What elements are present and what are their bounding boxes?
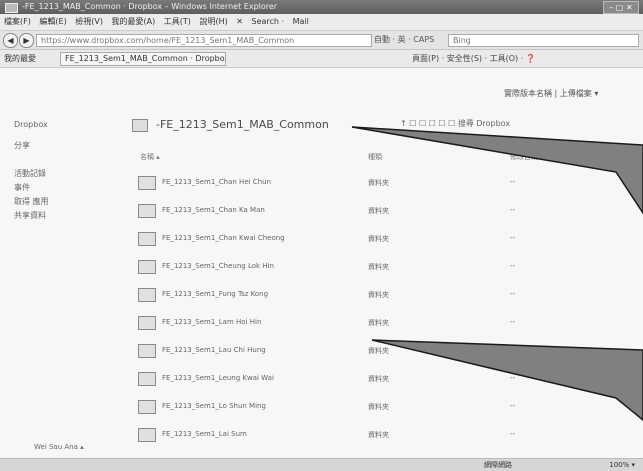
sidebar-item-shared[interactable]: 共享資料 <box>14 210 46 221</box>
close-toolbar-icon[interactable]: ✕ <box>236 17 243 26</box>
column-modified[interactable]: 修改日期 <box>510 152 538 162</box>
window-titlebar: -FE_1213_MAB_Common · Dropbox – Windows … <box>0 0 643 14</box>
folder-icon <box>138 344 156 358</box>
command-bar[interactable]: 頁面(P) · 安全性(S) · 工具(O) · ❓ <box>412 50 536 67</box>
folder-name[interactable]: FE_1213_Sem1_Leung Kwai Wai <box>162 374 274 382</box>
menu-help[interactable]: 說明(H) <box>199 17 227 26</box>
folder-name[interactable]: FE_1213_Sem1_Lai Sum <box>162 430 247 438</box>
favorites-bar: 我的最愛 FE_1213_Sem1_MAB_Common · Dropbox 頁… <box>0 50 643 68</box>
forward-button[interactable]: ▶ <box>19 33 34 48</box>
window-title: -FE_1213_MAB_Common · Dropbox – Windows … <box>22 2 278 11</box>
folder-kind: 資料夾 <box>368 179 389 187</box>
folder-name[interactable]: FE_1213_Sem1_Lau Chi Hung <box>162 346 266 354</box>
sidebar-item-dropbox[interactable]: Dropbox <box>14 120 48 129</box>
url-input[interactable]: https://www.dropbox.com/home/FE_1213_Sem… <box>36 34 372 47</box>
folder-modified: -- <box>510 262 516 270</box>
folder-row[interactable]: FE_1213_Sem1_Chan Hei Chun 資料夾 -- <box>138 174 558 198</box>
folder-name[interactable]: FE_1213_Sem1_Chan Kwai Cheong <box>162 234 285 242</box>
folder-name[interactable]: FE_1213_Sem1_Fung Tsz Kong <box>162 290 268 298</box>
folder-row[interactable]: FE_1213_Sem1_Fung Tsz Kong 資料夾 -- <box>138 286 558 310</box>
back-button[interactable]: ◀ <box>3 33 18 48</box>
folder-kind: 資料夾 <box>368 263 389 271</box>
sidebar-item-apps[interactable]: 取得 應用 <box>14 196 49 207</box>
browser-tab[interactable]: FE_1213_Sem1_MAB_Common · Dropbox <box>60 52 226 66</box>
folder-row[interactable]: FE_1213_Sem1_Cheung Lok Hin 資料夾 -- <box>138 258 558 282</box>
address-status: 自動 · 英 · CAPS <box>374 35 435 44</box>
address-bar: ◀ ▶ https://www.dropbox.com/home/FE_1213… <box>0 31 643 50</box>
folder-kind: 資料夾 <box>368 431 389 439</box>
status-bar: 網際網路 100% ▾ <box>0 458 643 471</box>
folder-toolbar[interactable]: ↑ ☐ ☐ ☐ ☐ ☐ 搜尋 Dropbox <box>400 118 510 129</box>
folder-icon <box>138 428 156 442</box>
menu-favorites[interactable]: 我的最愛(A) <box>112 17 156 26</box>
folder-kind: 資料夾 <box>368 319 389 327</box>
folder-modified: -- <box>510 430 516 438</box>
folder-modified: -- <box>510 234 516 242</box>
window-controls[interactable]: – ▢ ✕ <box>603 1 639 14</box>
column-name[interactable]: 名稱 ▴ <box>140 152 160 162</box>
sidebar-item-share[interactable]: 分享 <box>14 140 30 151</box>
folder-row[interactable]: FE_1213_Sem1_Leung Kwai Wai 資料夾 -- <box>138 370 558 394</box>
folder-row[interactable]: FE_1213_Sem1_Lam Hoi Hin 資料夾 -- <box>138 314 558 338</box>
folder-icon <box>138 176 156 190</box>
status-zone: 網際網路 <box>484 461 512 469</box>
folder-name[interactable]: FE_1213_Sem1_Chan Ka Man <box>162 206 265 214</box>
folder-name[interactable]: FE_1213_Sem1_Lam Hoi Hin <box>162 318 261 326</box>
sidebar-item-activity[interactable]: 活動記錄 <box>14 168 46 179</box>
folder-modified: -- <box>510 374 516 382</box>
folder-row[interactable]: FE_1213_Sem1_Lau Chi Hung 資料夾 -- <box>138 342 558 366</box>
folder-title: -FE_1213_Sem1_MAB_Common <box>156 118 329 131</box>
folder-modified: -- <box>510 178 516 186</box>
folder-modified: -- <box>510 402 516 410</box>
folder-kind: 資料夾 <box>368 347 389 355</box>
folder-modified: -- <box>510 346 516 354</box>
menu-edit[interactable]: 編輯(E) <box>39 17 66 26</box>
menu-file[interactable]: 檔案(F) <box>4 17 31 26</box>
user-menu[interactable]: Wei Sau Ana ▴ <box>34 443 84 451</box>
folder-row[interactable]: FE_1213_Sem1_Lai Sum 資料夾 -- <box>138 426 558 450</box>
folder-icon <box>138 204 156 218</box>
folder-icon <box>138 316 156 330</box>
shared-folder-icon <box>132 118 148 132</box>
folder-kind: 資料夾 <box>368 291 389 299</box>
folder-name[interactable]: FE_1213_Sem1_Lo Shun Ming <box>162 402 266 410</box>
folder-icon <box>138 260 156 274</box>
zoom-level[interactable]: 100% ▾ <box>609 459 635 471</box>
menu-bar: 檔案(F) 編輯(E) 檢視(V) 我的最愛(A) 工具(T) 說明(H) ✕ … <box>0 14 643 31</box>
folder-modified: -- <box>510 318 516 326</box>
column-kind[interactable]: 種類 <box>368 152 382 162</box>
browser-icon <box>5 3 18 13</box>
folder-kind: 資料夾 <box>368 235 389 243</box>
folder-kind: 資料夾 <box>368 375 389 383</box>
toolbar-search[interactable]: Search · <box>252 17 285 26</box>
search-input[interactable]: Bing <box>448 34 639 47</box>
folder-kind: 資料夾 <box>368 207 389 215</box>
folder-icon <box>138 400 156 414</box>
menu-view[interactable]: 檢視(V) <box>75 17 103 26</box>
folder-icon <box>138 372 156 386</box>
menu-tools[interactable]: 工具(T) <box>164 17 191 26</box>
folder-icon <box>138 288 156 302</box>
folder-icon <box>138 232 156 246</box>
folder-modified: -- <box>510 206 516 214</box>
sidebar-item-events[interactable]: 事件 <box>14 182 30 193</box>
folder-modified: -- <box>510 290 516 298</box>
page-content: 實際版本名稱 | 上傳檔案 ▾ Dropbox 分享 活動記錄 事件 取得 應用… <box>0 68 643 458</box>
account-menu[interactable]: 實際版本名稱 | 上傳檔案 ▾ <box>504 88 598 99</box>
folder-header: -FE_1213_Sem1_MAB_Common <box>132 118 329 132</box>
folder-row[interactable]: FE_1213_Sem1_Chan Ka Man 資料夾 -- <box>138 202 558 226</box>
folder-kind: 資料夾 <box>368 403 389 411</box>
folder-row[interactable]: FE_1213_Sem1_Chan Kwai Cheong 資料夾 -- <box>138 230 558 254</box>
favorites-button[interactable]: 我的最愛 <box>4 50 36 67</box>
folder-name[interactable]: FE_1213_Sem1_Cheung Lok Hin <box>162 262 274 270</box>
folder-row[interactable]: FE_1213_Sem1_Lo Shun Ming 資料夾 -- <box>138 398 558 422</box>
toolbar-mail[interactable]: Mail <box>293 17 309 26</box>
folder-name[interactable]: FE_1213_Sem1_Chan Hei Chun <box>162 178 271 186</box>
